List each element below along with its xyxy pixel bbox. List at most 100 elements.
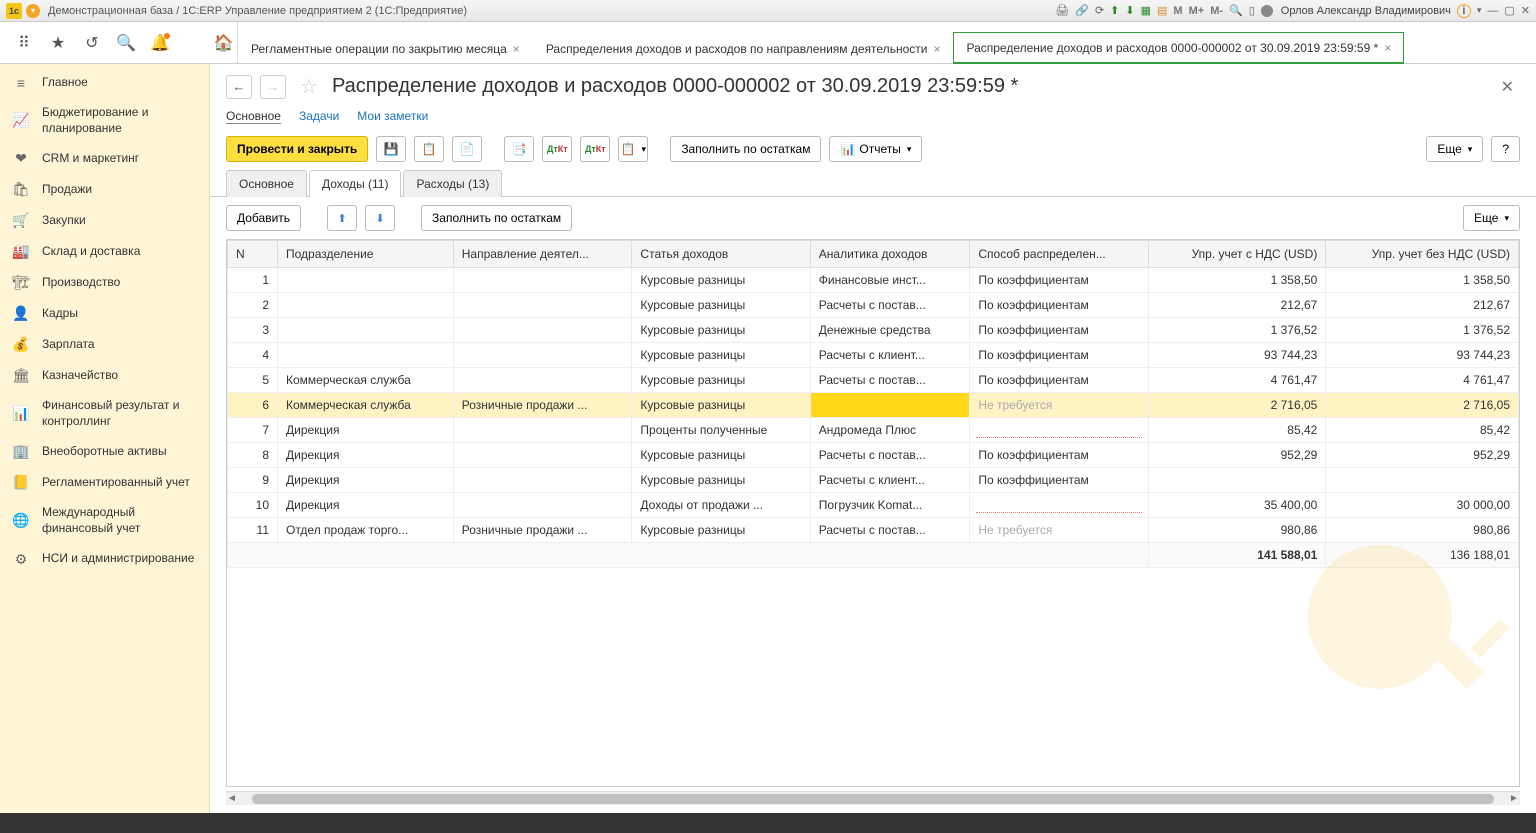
cell[interactable]: 4 761,47 (1326, 368, 1519, 393)
cell[interactable]: 980,86 (1149, 518, 1326, 543)
cell[interactable]: Курсовые разницы (632, 293, 810, 318)
column-header[interactable]: Аналитика доходов (810, 241, 970, 268)
table-row[interactable]: 7ДирекцияПроценты полученныеАндромеда Пл… (228, 418, 1519, 443)
close-page-icon[interactable]: ✕ (1495, 77, 1520, 97)
user-name[interactable]: Орлов Александр Владимирович (1281, 5, 1451, 17)
cell[interactable]: 35 400,00 (1149, 493, 1326, 518)
cell[interactable] (810, 393, 970, 418)
cell[interactable]: 2 (228, 293, 278, 318)
dtkt2-button[interactable]: ДтКт (580, 136, 610, 162)
cell[interactable] (453, 418, 632, 443)
cell[interactable]: 11 (228, 518, 278, 543)
subtab[interactable]: Задачи (299, 109, 339, 124)
sidebar-item[interactable]: 📊Финансовый результат и контроллинг (0, 391, 209, 436)
cell[interactable] (278, 293, 454, 318)
cell[interactable]: 30 000,00 (1326, 493, 1519, 518)
cell[interactable]: 4 761,47 (1149, 368, 1326, 393)
cell[interactable]: 1 376,52 (1149, 318, 1326, 343)
close-icon[interactable]: × (933, 42, 940, 56)
cell[interactable] (453, 368, 632, 393)
cell[interactable]: 6 (228, 393, 278, 418)
column-header[interactable]: Статья доходов (632, 241, 810, 268)
cell[interactable]: Дирекция (278, 493, 454, 518)
cell[interactable]: Коммерческая служба (278, 368, 454, 393)
cell[interactable]: Денежные средства (810, 318, 970, 343)
calendar-icon[interactable]: ▤ (1157, 4, 1167, 17)
table-row[interactable]: 1Курсовые разницыФинансовые инст...По ко… (228, 268, 1519, 293)
base-on-button[interactable] (452, 136, 482, 162)
refresh-icon[interactable]: ⟳ (1095, 4, 1104, 17)
sidebar-item[interactable]: 👤Кадры (0, 298, 209, 329)
column-header[interactable]: Упр. учет с НДС (USD) (1149, 241, 1326, 268)
cell[interactable]: 5 (228, 368, 278, 393)
table-row[interactable]: 11Отдел продаж торго...Розничные продажи… (228, 518, 1519, 543)
post-button[interactable] (414, 136, 444, 162)
cell[interactable] (278, 343, 454, 368)
cell[interactable] (453, 293, 632, 318)
cell[interactable]: Курсовые разницы (632, 468, 810, 493)
reports-button[interactable]: Отчеты▾ (829, 136, 922, 162)
cell[interactable]: 93 744,23 (1149, 343, 1326, 368)
sidebar-item[interactable]: 📒Регламентированный учет (0, 467, 209, 498)
cell[interactable]: 93 744,23 (1326, 343, 1519, 368)
chevron-down-icon[interactable]: ▾ (1477, 5, 1482, 16)
sidebar-item[interactable]: 💰Зарплата (0, 329, 209, 360)
m-plus-button[interactable]: M+ (1189, 5, 1205, 17)
column-header[interactable]: Упр. учет без НДС (USD) (1326, 241, 1519, 268)
cell[interactable]: Розничные продажи ... (453, 393, 632, 418)
cell[interactable]: Проценты полученные (632, 418, 810, 443)
cell[interactable] (453, 443, 632, 468)
subtab[interactable]: Основное (226, 109, 281, 124)
cell[interactable]: Финансовые инст... (810, 268, 970, 293)
cell[interactable]: 1 358,50 (1326, 268, 1519, 293)
post-and-close-button[interactable]: Провести и закрыть (226, 136, 368, 162)
column-header[interactable]: Подразделение (278, 241, 454, 268)
cell[interactable]: Не требуется (970, 393, 1149, 418)
cell[interactable]: Погрузчик Komat... (810, 493, 970, 518)
column-header[interactable]: Направление деятел... (453, 241, 632, 268)
scroll-left-icon[interactable]: ◄ (226, 793, 238, 804)
cell[interactable]: 212,67 (1326, 293, 1519, 318)
print-icon[interactable]: 🖨 (1055, 4, 1069, 17)
home-button[interactable]: 🏠 (210, 22, 238, 63)
save-button[interactable] (376, 136, 406, 162)
column-header[interactable]: N (228, 241, 278, 268)
favorite-icon[interactable]: ★ (48, 33, 68, 53)
inner-tab[interactable]: Доходы (11) (309, 170, 402, 197)
close-icon[interactable]: × (513, 42, 520, 56)
close-window-icon[interactable]: ✕ (1521, 4, 1530, 17)
cell[interactable]: 4 (228, 343, 278, 368)
cell[interactable]: 3 (228, 318, 278, 343)
cell[interactable]: Не требуется (970, 518, 1149, 543)
sidebar-item[interactable]: 📈Бюджетирование и планирование (0, 98, 209, 143)
cell[interactable]: Курсовые разницы (632, 518, 810, 543)
apps-icon[interactable]: ⠿ (14, 33, 34, 53)
m-minus-button[interactable]: M- (1210, 5, 1223, 17)
cell[interactable]: 952,29 (1149, 443, 1326, 468)
top-tab[interactable]: Распределения доходов и расходов по напр… (533, 32, 954, 64)
cell[interactable]: Курсовые разницы (632, 443, 810, 468)
scroll-thumb[interactable] (252, 794, 1494, 804)
table-more-button[interactable]: Еще▾ (1463, 205, 1520, 231)
table-row[interactable]: 6Коммерческая службаРозничные продажи ..… (228, 393, 1519, 418)
table-row[interactable]: 2Курсовые разницыРасчеты с постав...По к… (228, 293, 1519, 318)
sidebar-item[interactable]: ❤CRM и маркетинг (0, 143, 209, 174)
move-up-button[interactable] (327, 205, 357, 231)
cell[interactable] (453, 468, 632, 493)
cell[interactable]: По коэффициентам (970, 293, 1149, 318)
cell[interactable] (970, 493, 1149, 518)
history-icon[interactable]: ↺ (82, 33, 102, 53)
cell[interactable] (453, 343, 632, 368)
cell[interactable]: Доходы от продажи ... (632, 493, 810, 518)
sidebar-item[interactable]: 🛍Продажи (0, 174, 209, 205)
sidebar-item[interactable]: ⚙НСИ и администрирование (0, 544, 209, 575)
fill-balance-button[interactable]: Заполнить по остаткам (670, 136, 821, 162)
cell[interactable]: Курсовые разницы (632, 368, 810, 393)
bell-icon[interactable]: 🔔 (150, 33, 170, 53)
sidebar-item[interactable]: 🌐Международный финансовый учет (0, 498, 209, 543)
table-row[interactable]: 5Коммерческая службаКурсовые разницыРасч… (228, 368, 1519, 393)
link-icon[interactable]: 🔗 (1075, 4, 1089, 17)
cell[interactable]: Курсовые разницы (632, 318, 810, 343)
cell[interactable]: Расчеты с клиент... (810, 468, 970, 493)
cell[interactable]: Андромеда Плюс (810, 418, 970, 443)
